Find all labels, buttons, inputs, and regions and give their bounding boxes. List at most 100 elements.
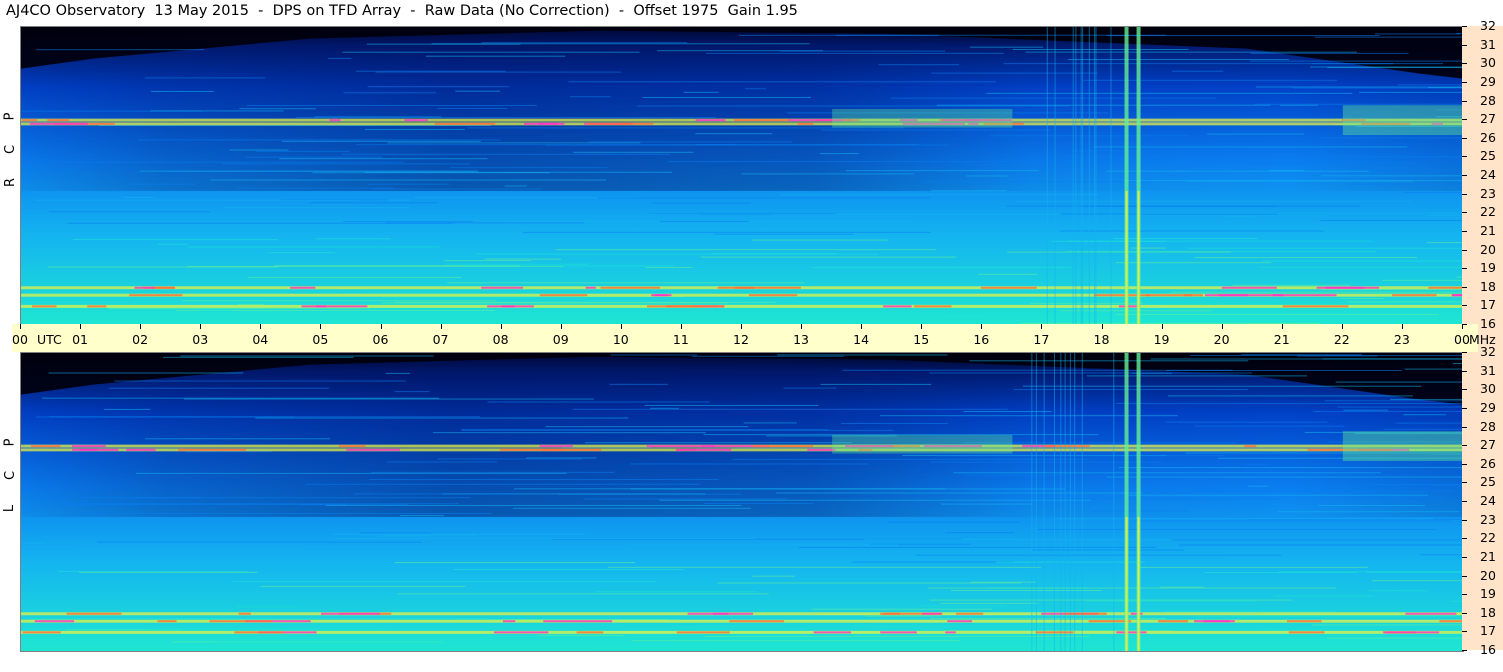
noise-line [963, 410, 1052, 412]
noise-line [776, 492, 1143, 494]
noise-line [24, 542, 46, 544]
noise-line [504, 185, 527, 187]
broadcast-band [21, 122, 1463, 126]
freq-tick-label: 29 [1480, 73, 1496, 89]
noise-line [1449, 546, 1463, 548]
noise-line [296, 116, 716, 118]
freq-tick [1462, 501, 1467, 502]
vertical-noise [1081, 353, 1083, 651]
noise-line [853, 626, 1161, 628]
interference-spike [576, 631, 604, 634]
noise-line [437, 458, 583, 460]
time-tick [500, 324, 502, 329]
freq-tick [1462, 26, 1467, 27]
noise-line [1397, 84, 1463, 86]
noise-line [880, 415, 1178, 417]
noise-line [1256, 86, 1463, 88]
vertical-noise [1088, 27, 1090, 325]
interference-spike [320, 612, 381, 615]
time-tick [861, 324, 863, 329]
noise-line [1134, 520, 1451, 522]
noise-line [865, 615, 942, 617]
noise-line [1368, 483, 1463, 485]
interference-spike [1158, 620, 1189, 623]
interference-spike [481, 286, 524, 289]
time-tick-label: 22 [1333, 332, 1350, 347]
noise-line [355, 70, 506, 72]
interference-spike [1218, 294, 1284, 297]
noise-line [487, 401, 710, 403]
freq-tick-label: 23 [1480, 511, 1496, 527]
noise-line [281, 140, 481, 142]
interference-spike [1116, 631, 1147, 634]
interference-spike [301, 305, 368, 308]
noise-line [180, 355, 434, 357]
interference-spike [209, 620, 273, 623]
interference-spike [21, 119, 37, 122]
noise-line [367, 183, 449, 185]
noise-line [1366, 571, 1463, 573]
interference-spike [29, 122, 88, 125]
noise-line [630, 463, 868, 465]
interference-spike [539, 445, 573, 448]
noise-line [526, 457, 597, 459]
noise-line [425, 55, 566, 57]
noise-line [583, 498, 787, 500]
interference-spike [134, 286, 155, 289]
broadcast-band [21, 304, 1463, 308]
noise-line [79, 549, 303, 551]
noise-line [1314, 36, 1463, 38]
noise-line [936, 455, 1225, 457]
noise-line [221, 163, 470, 165]
interference-spike [1093, 294, 1150, 297]
noise-line [306, 315, 712, 317]
noise-line [841, 422, 948, 424]
polarization-letter: L [2, 505, 18, 513]
noise-line [969, 360, 1249, 362]
spectrogram-rcp-svg [21, 27, 1463, 325]
freq-tick [1462, 352, 1467, 353]
interference-spike [651, 294, 668, 297]
noise-line [1106, 170, 1369, 172]
time-tick [140, 324, 142, 329]
interference-spike [586, 122, 631, 125]
time-tick [1041, 324, 1043, 329]
noise-line [366, 43, 521, 45]
noise-line [610, 354, 697, 356]
freq-tick [1462, 631, 1467, 633]
time-tick [200, 324, 202, 329]
interference-spike [729, 620, 785, 623]
noise-line [1254, 103, 1463, 105]
noise-line [328, 57, 352, 59]
interference-spike [922, 612, 942, 615]
interference-spike [339, 445, 366, 448]
freq-tick [1462, 482, 1467, 484]
noise-line [1404, 368, 1463, 370]
time-tick-label: 12 [733, 332, 749, 347]
noise-line [522, 231, 931, 233]
freq-tick [1462, 650, 1467, 651]
polarization-letter: P [2, 438, 18, 447]
noise-line [1093, 146, 1408, 148]
interference-spike [538, 122, 565, 125]
freq-tick-label: 32 [1480, 18, 1496, 33]
noise-line [986, 92, 1353, 94]
noise-line [642, 96, 811, 98]
time-tick-label: 18 [1093, 332, 1110, 347]
noise-line [157, 243, 188, 245]
noise-line [248, 276, 462, 278]
freq-tick-label: 31 [1480, 36, 1496, 52]
time-tick-label: 06 [372, 332, 389, 347]
noise-line [777, 354, 948, 356]
interference-spike [1428, 286, 1463, 289]
noise-line [572, 408, 1008, 410]
freq-tick-label: 17 [1480, 297, 1496, 313]
interference-spike [346, 448, 401, 451]
noise-line [931, 190, 1007, 192]
interference-spike [947, 620, 972, 623]
noise-line [376, 535, 430, 537]
freq-tick [1462, 463, 1467, 465]
noise-line [381, 302, 728, 304]
noise-line [929, 599, 1293, 601]
interference-spike [914, 305, 952, 308]
